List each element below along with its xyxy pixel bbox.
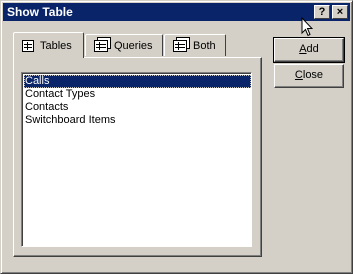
tab-queries-label: Queries xyxy=(114,39,153,52)
table-listbox[interactable]: Calls Contact Types Contacts Switchboard… xyxy=(21,72,252,247)
tab-tables[interactable]: Tables xyxy=(13,32,84,58)
query-icon xyxy=(94,39,108,52)
tab-both[interactable]: Both xyxy=(164,34,226,56)
close-button[interactable]: Close xyxy=(274,64,344,88)
add-button-label: dd xyxy=(306,43,319,55)
list-item-contact-types[interactable]: Contact Types xyxy=(24,88,251,101)
close-button-label: lose xyxy=(302,69,324,81)
tab-tables-label: Tables xyxy=(40,39,72,52)
help-button[interactable]: ? xyxy=(314,5,330,19)
close-button-mnemonic: C xyxy=(294,69,303,81)
add-button[interactable]: Add xyxy=(273,37,345,63)
tab-queries[interactable]: Queries xyxy=(85,34,163,56)
list-item-switchboard-items[interactable]: Switchboard Items xyxy=(24,114,251,127)
close-window-button[interactable]: × xyxy=(332,5,348,19)
title-bar[interactable]: Show Table ? × xyxy=(3,3,350,21)
list-item-contacts[interactable]: Contacts xyxy=(24,101,251,114)
mouse-pointer-icon xyxy=(301,17,313,37)
show-table-dialog: Show Table ? × Tables Queries Both Calls… xyxy=(0,0,353,274)
tab-both-label: Both xyxy=(193,39,216,52)
list-item-calls[interactable]: Calls xyxy=(24,75,251,88)
table-icon xyxy=(22,39,34,52)
both-icon xyxy=(173,39,187,52)
add-button-mnemonic: A xyxy=(299,43,307,55)
window-title: Show Table xyxy=(7,5,73,19)
